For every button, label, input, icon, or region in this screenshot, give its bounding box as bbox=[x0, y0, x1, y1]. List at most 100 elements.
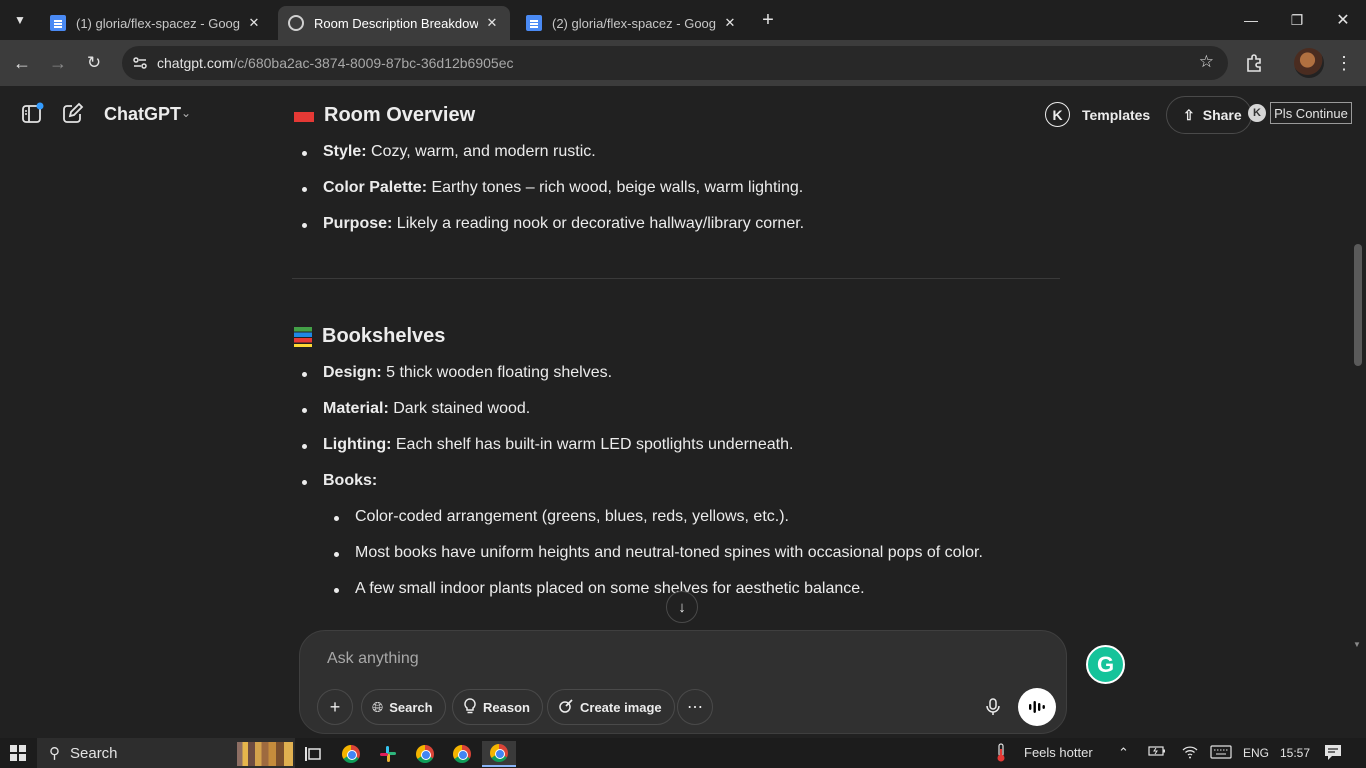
notifications-icon[interactable] bbox=[1324, 743, 1342, 764]
item-text: Cozy, warm, and modern rustic. bbox=[366, 143, 596, 160]
keyboard-icon[interactable] bbox=[1210, 745, 1232, 762]
item-label: Purpose: bbox=[323, 215, 393, 232]
car-emoji-icon bbox=[294, 105, 314, 126]
k-small-icon[interactable]: K bbox=[1248, 104, 1266, 122]
chrome-icon[interactable] bbox=[408, 741, 442, 767]
site-info-icon[interactable] bbox=[128, 51, 152, 75]
item-label: Design: bbox=[323, 364, 382, 381]
browser-toolbar: ← → ↻ chatgpt.com/c/680ba2ac-3874-8009-8… bbox=[0, 40, 1366, 86]
google-docs-icon bbox=[526, 15, 542, 31]
item-label: Style: bbox=[323, 143, 367, 160]
windows-start-icon[interactable] bbox=[10, 745, 26, 761]
tab-gloria-docs-2[interactable]: (2) gloria/flex-spacez - Google D ✕ bbox=[516, 6, 748, 40]
url-text: chatgpt.com/c/680ba2ac-3874-8009-87bc-36… bbox=[157, 55, 514, 71]
chrome-icon[interactable] bbox=[334, 741, 368, 767]
scroll-to-bottom-button[interactable]: ↓ bbox=[666, 591, 698, 623]
tab-room-description[interactable]: Room Description Breakdown ✕ bbox=[278, 6, 510, 40]
list-item: Color Palette: Earthy tones – rich wood,… bbox=[301, 179, 804, 197]
back-arrow-icon[interactable]: ← bbox=[8, 49, 36, 77]
taskbar: ⚲ Search Feels hotter ⌃ ENG 15:57 bbox=[0, 738, 1366, 768]
scrollbar[interactable] bbox=[1352, 144, 1366, 650]
extensions-puzzle-icon[interactable] bbox=[1240, 49, 1268, 77]
forward-arrow-icon[interactable]: → bbox=[44, 49, 72, 77]
app-header bbox=[0, 86, 1366, 144]
restore-icon[interactable]: ❐ bbox=[1274, 0, 1320, 40]
list-item: Lighting: Each shelf has built-in warm L… bbox=[301, 436, 793, 454]
close-icon[interactable]: ✕ bbox=[246, 15, 262, 31]
address-bar[interactable]: chatgpt.com/c/680ba2ac-3874-8009-87bc-36… bbox=[122, 46, 1228, 80]
chrome-icon[interactable] bbox=[445, 741, 479, 767]
language-indicator[interactable]: ENG bbox=[1243, 746, 1269, 760]
profile-avatar[interactable] bbox=[1294, 48, 1324, 78]
close-icon[interactable]: ✕ bbox=[722, 15, 738, 31]
tab-search-menu-icon[interactable]: ▼ bbox=[8, 8, 32, 32]
reload-icon[interactable]: ↻ bbox=[80, 49, 108, 77]
chrome-active-icon[interactable] bbox=[482, 741, 516, 767]
tab-title: (1) gloria/flex-spacez - Google D bbox=[76, 15, 240, 31]
item-label: Material: bbox=[323, 400, 389, 417]
create-image-label: Create image bbox=[580, 699, 662, 715]
tab-gloria-docs-1[interactable]: (1) gloria/flex-spacez - Google D ✕ bbox=[40, 6, 272, 40]
section-divider bbox=[292, 278, 1060, 279]
section-heading-bookshelves: Bookshelves bbox=[294, 325, 445, 348]
list-item: Style: Cozy, warm, and modern rustic. bbox=[302, 143, 596, 161]
clock[interactable]: 15:57 bbox=[1280, 746, 1310, 760]
share-label: Share bbox=[1202, 107, 1242, 123]
lightbulb-icon bbox=[463, 697, 477, 717]
section-title: Bookshelves bbox=[322, 325, 446, 347]
prompt-input[interactable]: Ask anything bbox=[327, 650, 419, 668]
image-brush-icon bbox=[558, 698, 574, 717]
tab-title: (2) gloria/flex-spacez - Google D bbox=[552, 15, 716, 31]
scroll-down-arrow-icon[interactable]: ▼ bbox=[1353, 640, 1361, 649]
chevron-down-icon[interactable]: ⌄ bbox=[181, 106, 191, 120]
more-tools-icon[interactable]: ⋯ bbox=[677, 689, 713, 725]
taskbar-search-label: Search bbox=[70, 744, 118, 762]
tab-title: Room Description Breakdown bbox=[314, 15, 478, 31]
microphone-icon[interactable] bbox=[977, 691, 1009, 723]
item-label: Books: bbox=[323, 472, 378, 489]
new-tab-button[interactable]: + bbox=[756, 8, 780, 32]
share-button[interactable]: ⇧ Share bbox=[1166, 96, 1252, 134]
wifi-icon[interactable] bbox=[1182, 745, 1198, 762]
chevron-up-icon[interactable]: ⌃ bbox=[1118, 745, 1129, 761]
grammarly-icon[interactable]: G bbox=[1086, 645, 1125, 684]
google-docs-icon bbox=[50, 15, 66, 31]
close-window-icon[interactable]: ✕ bbox=[1320, 0, 1366, 40]
search-icon: ⚲ bbox=[49, 745, 60, 762]
close-icon[interactable]: ✕ bbox=[484, 15, 500, 31]
task-view-icon[interactable] bbox=[296, 741, 330, 767]
sub-list-item: A few small indoor plants placed on some… bbox=[334, 580, 865, 597]
add-attachment-button[interactable]: + bbox=[317, 689, 353, 725]
templates-button[interactable]: Templates bbox=[1082, 107, 1150, 123]
slack-icon[interactable] bbox=[371, 741, 405, 767]
url-host: chatgpt.com bbox=[157, 55, 234, 71]
new-chat-edit-icon[interactable] bbox=[60, 102, 84, 126]
list-item: Design: 5 thick wooden floating shelves. bbox=[301, 364, 612, 382]
create-image-button[interactable]: Create image bbox=[547, 689, 675, 725]
item-label: Lighting: bbox=[323, 436, 392, 453]
item-text: Earthy tones – rich wood, beige walls, w… bbox=[427, 179, 804, 196]
reason-button[interactable]: Reason bbox=[452, 689, 543, 725]
weather-text[interactable]: Feels hotter bbox=[1024, 745, 1093, 760]
model-selector[interactable]: ChatGPT bbox=[104, 104, 181, 125]
books-emoji-icon bbox=[294, 326, 312, 347]
item-text: Dark stained wood. bbox=[388, 400, 531, 417]
list-item: Purpose: Likely a reading nook or decora… bbox=[301, 215, 804, 233]
search-label: Search bbox=[389, 699, 433, 715]
reason-label: Reason bbox=[483, 699, 530, 715]
more-vertical-icon[interactable]: ⋮ bbox=[1330, 49, 1358, 77]
list-item: Books: bbox=[301, 472, 378, 490]
minimize-icon[interactable]: — bbox=[1228, 0, 1274, 40]
sub-list-item: Most books have uniform heights and neut… bbox=[334, 544, 983, 561]
k-extension-icon[interactable]: K bbox=[1045, 102, 1070, 127]
taskbar-search[interactable]: ⚲ Search bbox=[37, 738, 295, 768]
section-heading-room-overview: Room Overview bbox=[294, 104, 475, 127]
voice-mode-button[interactable] bbox=[1018, 688, 1056, 726]
search-button[interactable]: 🌐︎ Search bbox=[361, 689, 446, 725]
pls-continue-button[interactable]: Pls Continue bbox=[1270, 102, 1352, 124]
battery-icon[interactable] bbox=[1148, 745, 1166, 760]
bookmark-star-icon[interactable]: ☆ bbox=[1199, 52, 1214, 72]
section-title: Room Overview bbox=[324, 104, 476, 126]
sidebar-toggle-icon[interactable] bbox=[20, 102, 44, 126]
scrollbar-thumb[interactable] bbox=[1354, 244, 1362, 366]
